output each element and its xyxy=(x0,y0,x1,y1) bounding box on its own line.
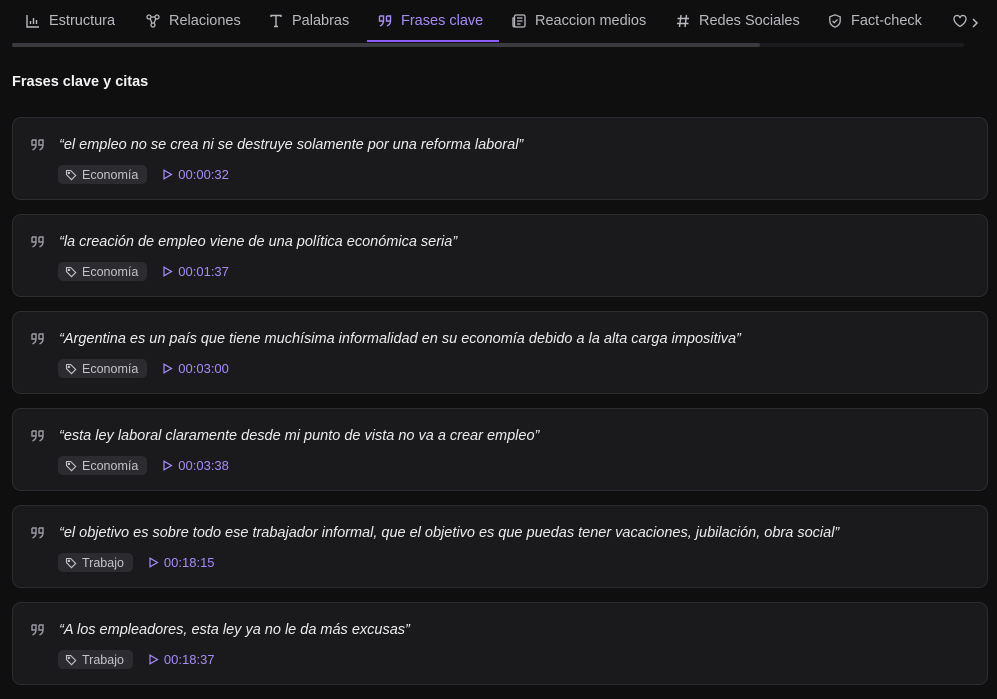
tag-icon xyxy=(65,169,77,180)
heart-icon xyxy=(953,14,967,28)
quote-card: “el empleo no se crea ni se destruye sol… xyxy=(12,117,988,200)
network-icon xyxy=(146,14,160,28)
quote-icon xyxy=(378,15,392,27)
play-timestamp-button[interactable]: 00:18:15 xyxy=(148,555,215,570)
play-icon xyxy=(149,557,159,568)
play-timestamp-button[interactable]: 00:03:00 xyxy=(162,361,229,376)
play-icon xyxy=(163,169,173,180)
tab-relaciones[interactable]: Relaciones xyxy=(145,0,245,42)
tab-label: Relaciones xyxy=(169,13,241,29)
quote-text: “Argentina es un país que tiene muchísim… xyxy=(59,331,741,347)
quote-meta: Economía 00:00:32 xyxy=(58,165,229,184)
quote-text: “esta ley laboral claramente desde mi pu… xyxy=(59,428,540,444)
timestamp: 00:18:15 xyxy=(163,555,215,570)
topic-tag: Economía xyxy=(58,262,148,281)
play-icon xyxy=(163,363,173,374)
quote-card: “A los empleadores, esta ley ya no le da… xyxy=(12,602,988,685)
quote-card: “Argentina es un país que tiene muchísim… xyxy=(12,311,988,394)
quote-icon xyxy=(31,236,44,248)
topic-tag: Economía xyxy=(58,359,148,378)
play-timestamp-button[interactable]: 00:03:38 xyxy=(162,458,229,473)
shield-check-icon xyxy=(829,14,841,28)
quote-meta: Economía 00:03:38 xyxy=(58,456,229,475)
tag-label: Economía xyxy=(82,167,139,182)
tab-label: Frases clave xyxy=(401,13,484,29)
quote-card: “esta ley laboral claramente desde mi pu… xyxy=(12,408,988,491)
quote-text: “el objetivo es sobre todo ese trabajado… xyxy=(59,525,840,541)
tab-label: Fact-check xyxy=(851,13,922,29)
tab-estructura[interactable]: Estructura xyxy=(25,0,119,42)
quote-text: “la creación de empleo viene de una polí… xyxy=(59,234,458,250)
play-icon xyxy=(163,266,173,277)
timestamp: 00:01:37 xyxy=(178,264,229,279)
quote-meta: Trabajo 00:18:15 xyxy=(58,553,215,572)
chevron-right-icon[interactable] xyxy=(968,14,982,32)
quote-meta: Economía 00:03:00 xyxy=(58,359,229,378)
quote-card: “la creación de empleo viene de una polí… xyxy=(12,214,988,297)
tag-label: Economía xyxy=(82,458,139,473)
play-icon xyxy=(163,460,173,471)
tag-icon xyxy=(65,654,77,665)
tag-label: Economía xyxy=(82,361,139,376)
tab-label: Palabras xyxy=(292,13,350,29)
tag-label: Economía xyxy=(82,264,139,279)
play-timestamp-button[interactable]: 00:01:37 xyxy=(162,264,229,279)
quote-list: “el empleo no se crea ni se destruye sol… xyxy=(12,117,988,699)
play-timestamp-button[interactable]: 00:00:32 xyxy=(162,167,229,182)
tag-label: Trabajo xyxy=(82,652,124,667)
bar-chart-icon xyxy=(26,15,39,28)
tag-icon xyxy=(65,266,77,277)
quote-text: “el empleo no se crea ni se destruye sol… xyxy=(59,137,524,153)
topic-tag: Economía xyxy=(58,165,148,184)
tab-scroll-thumb[interactable] xyxy=(12,43,760,47)
tab-frases-clave[interactable]: Frases clave xyxy=(366,0,500,42)
tab-palabras[interactable]: Palabras xyxy=(268,0,353,42)
timestamp: 00:18:37 xyxy=(163,652,215,667)
quote-meta: Trabajo 00:18:37 xyxy=(58,650,215,669)
tab-label: Estructura xyxy=(49,13,116,29)
tab-redes-sociales[interactable]: Redes Sociales xyxy=(675,0,804,42)
tab-bar: Estructura Relaciones Palabras Frases cl… xyxy=(0,0,997,50)
tab-label: Reaccion medios xyxy=(535,13,647,29)
topic-tag: Economía xyxy=(58,456,148,475)
tag-icon xyxy=(65,557,77,568)
tag-icon xyxy=(65,363,77,374)
topic-tag: Trabajo xyxy=(58,650,133,669)
tab-label: Redes Sociales xyxy=(699,13,800,29)
tag-label: Trabajo xyxy=(82,555,124,570)
timestamp: 00:03:00 xyxy=(178,361,229,376)
timestamp: 00:00:32 xyxy=(178,167,229,182)
play-icon xyxy=(149,654,159,665)
type-icon xyxy=(270,14,282,28)
play-timestamp-button[interactable]: 00:18:37 xyxy=(148,652,215,667)
quote-icon xyxy=(31,527,44,539)
timestamp: 00:03:38 xyxy=(178,458,229,473)
topic-tag: Trabajo xyxy=(58,553,133,572)
tag-icon xyxy=(65,460,77,471)
quote-icon xyxy=(31,139,44,151)
newspaper-icon xyxy=(512,14,526,28)
quote-text: “A los empleadores, esta ley ya no le da… xyxy=(59,622,410,638)
section-title: Frases clave y citas xyxy=(12,74,149,90)
quote-card: “el objetivo es sobre todo ese trabajado… xyxy=(12,505,988,588)
quote-icon xyxy=(31,430,44,442)
quote-icon xyxy=(31,333,44,345)
quote-meta: Economía 00:01:37 xyxy=(58,262,229,281)
hash-icon xyxy=(677,14,689,28)
quote-icon xyxy=(31,624,44,636)
tab-reaccion-medios[interactable]: Reaccion medios xyxy=(511,0,650,42)
tab-fact-check[interactable]: Fact-check xyxy=(827,0,926,42)
